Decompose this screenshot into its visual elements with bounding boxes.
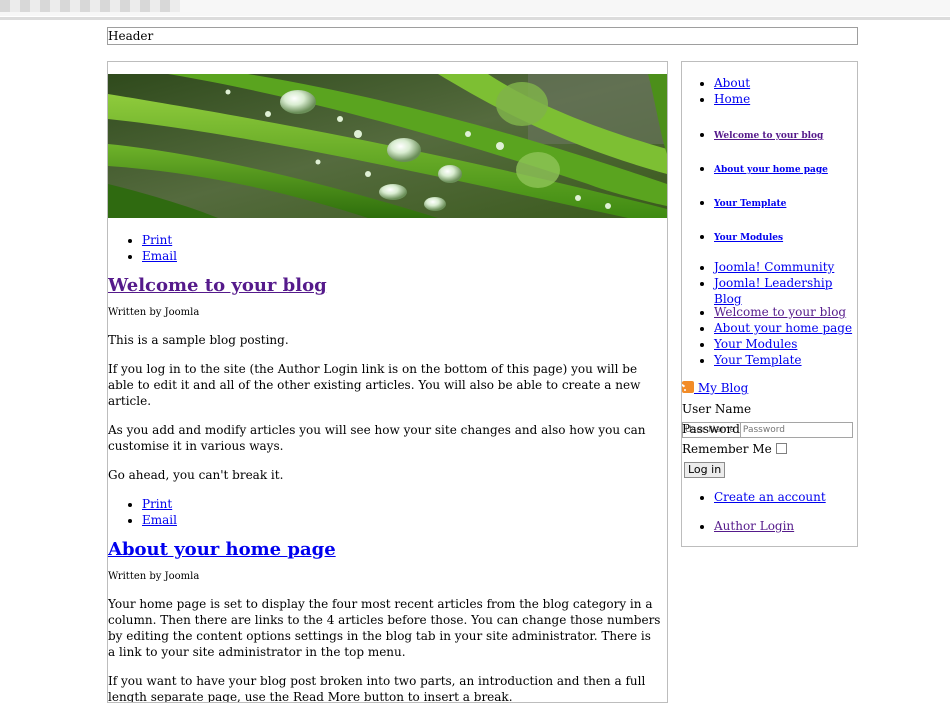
link-template[interactable]: Your Template [714, 353, 802, 367]
username-row: User Name [682, 399, 857, 438]
article-byline: Written by Joomla [108, 307, 200, 318]
action-item: Email [142, 248, 661, 264]
bold-link-list: Your Template [682, 194, 786, 212]
article-actions: Print Email [108, 496, 661, 528]
menu-item: About [714, 75, 750, 91]
rss-feed-icon [682, 381, 694, 393]
submit-row: Log in [682, 459, 857, 479]
list-item: Joomla! Leadership Blog [714, 275, 857, 307]
sidebar: About Home Welcome to your blog About yo… [681, 61, 858, 547]
blurred-address-bar [0, 0, 180, 12]
bold-link-modules[interactable]: Your Modules [714, 233, 783, 243]
list-item: Your Template [714, 194, 786, 212]
password-label: Password [682, 422, 740, 436]
menu-item: Home [714, 91, 750, 107]
article-byline: Written by Joomla [108, 571, 200, 582]
list-item: Your Modules [714, 336, 852, 352]
article-paragraph: If you log in to the site (the Author Lo… [108, 362, 641, 408]
article-actions: Print Email [108, 232, 661, 264]
link-joomla-leadership-blog[interactable]: Joomla! Leadership Blog [714, 276, 832, 306]
chrome-divider [0, 17, 950, 20]
article-title: About your home page [108, 538, 661, 562]
bold-link-welcome[interactable]: Welcome to your blog [714, 131, 823, 141]
bold-link-list: About your home page [682, 160, 828, 178]
action-item: Print [142, 496, 661, 512]
password-input[interactable] [739, 421, 853, 438]
email-link[interactable]: Email [142, 249, 177, 263]
article-title-link[interactable]: About your home page [108, 539, 336, 560]
article-paragraph: This is a sample blog posting. [108, 333, 289, 347]
page-header: Header [107, 27, 858, 45]
list-item: Joomla! Community [714, 259, 857, 275]
article-paragraph: Your home page is set to display the fou… [108, 597, 661, 659]
author-login-link[interactable]: Author Login [714, 519, 794, 533]
article-title-link[interactable]: Welcome to your blog [108, 275, 327, 296]
remember-row: Remember Me [682, 439, 857, 459]
action-item: Email [142, 512, 661, 528]
list-item: Your Template [714, 352, 852, 368]
create-account-link[interactable]: Create an account [714, 490, 826, 504]
login-form: User Name Password Remember Me Log in [682, 399, 857, 479]
main-content: Print Email Welcome to your blog Written… [107, 61, 668, 703]
remember-label: Remember Me [682, 442, 772, 456]
menu-link-about[interactable]: About [714, 76, 750, 90]
bold-link-template[interactable]: Your Template [714, 199, 786, 209]
list-item: About your home page [714, 160, 828, 178]
bold-link-about-home[interactable]: About your home page [714, 165, 828, 175]
link-modules[interactable]: Your Modules [714, 337, 797, 351]
sidebar-menu: About Home [682, 75, 750, 107]
password-row: Password [682, 419, 857, 439]
list-item: About your home page [714, 320, 852, 336]
header-text: Header [108, 29, 154, 43]
author-links: Author Login [682, 518, 794, 534]
feed-block: My Blog [682, 381, 748, 395]
print-link[interactable]: Print [142, 497, 172, 511]
login-button[interactable]: Log in [684, 462, 726, 478]
bold-link-list: Your Modules [682, 228, 783, 246]
list-item: Author Login [714, 518, 794, 534]
username-label: User Name [682, 402, 752, 416]
article-paragraph: If you want to have your blog post broke… [108, 674, 646, 703]
action-item: Print [142, 232, 661, 248]
article-list: Print Email Welcome to your blog Written… [108, 232, 661, 703]
article-title: Welcome to your blog [108, 274, 661, 298]
article-links: Welcome to your blog About your home pag… [682, 304, 852, 368]
link-joomla-community[interactable]: Joomla! Community [714, 260, 834, 274]
menu-link-home[interactable]: Home [714, 92, 750, 106]
browser-chrome [0, 0, 950, 16]
banner-image [108, 74, 667, 218]
list-item: Your Modules [714, 228, 783, 246]
print-link[interactable]: Print [142, 233, 172, 247]
bold-link-list: Welcome to your blog [682, 126, 823, 144]
list-item: Welcome to your blog [714, 126, 823, 144]
list-item: Welcome to your blog [714, 304, 852, 320]
external-links: Joomla! Community Joomla! Leadership Blo… [682, 259, 857, 307]
email-link[interactable]: Email [142, 513, 177, 527]
list-item: Create an account [714, 489, 826, 505]
link-about-home[interactable]: About your home page [714, 321, 852, 335]
article-paragraph: As you add and modify articles you will … [108, 423, 646, 453]
account-links: Create an account [682, 489, 826, 505]
remember-checkbox[interactable] [775, 443, 787, 454]
my-blog-feed-link[interactable]: My Blog [694, 381, 748, 395]
link-welcome[interactable]: Welcome to your blog [714, 305, 846, 319]
article-paragraph: Go ahead, you can't break it. [108, 468, 284, 482]
